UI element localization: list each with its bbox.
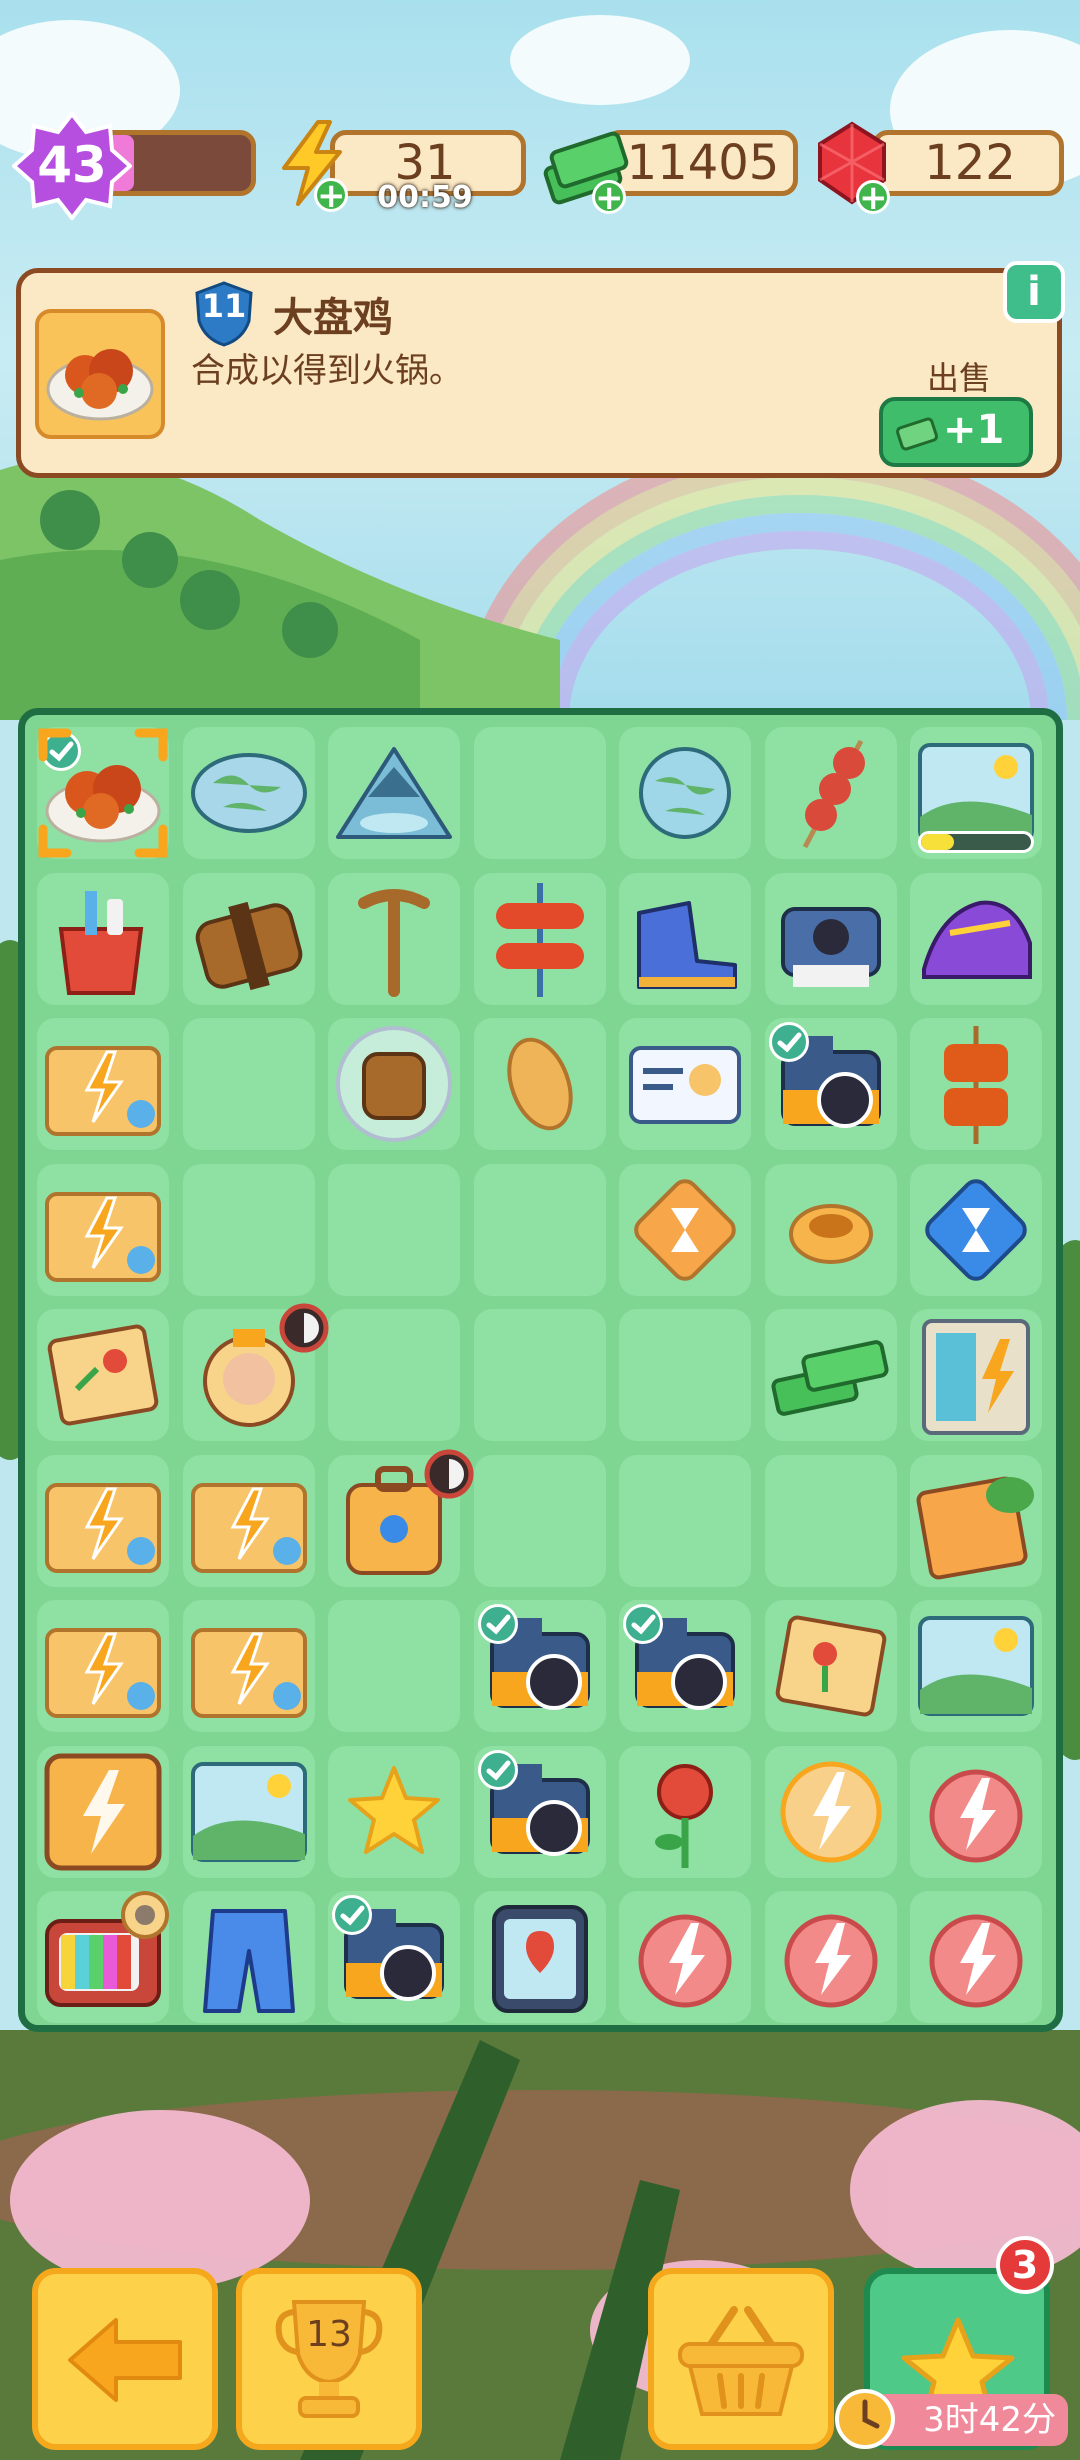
sell-button[interactable]: +1	[879, 397, 1033, 467]
mountain-lake-icon[interactable]	[328, 727, 460, 859]
hourglass-tile-icon[interactable]	[619, 1164, 751, 1296]
board-cell[interactable]	[473, 727, 606, 859]
jeans-icon[interactable]	[183, 1891, 315, 2023]
leather-bag-icon[interactable]	[183, 873, 315, 1005]
energy-box-gold-icon[interactable]	[37, 1746, 169, 1878]
landscape-painting-icon[interactable]	[910, 1600, 1042, 1732]
check-icon	[623, 1604, 663, 1644]
hiking-boots-icon[interactable]	[619, 873, 751, 1005]
energy-chest-icon[interactable]	[183, 1600, 315, 1732]
map-tablet-icon[interactable]	[474, 1891, 606, 2023]
board-cell[interactable]	[328, 1163, 460, 1296]
board-cell[interactable]	[473, 1309, 606, 1441]
world-map-oval-icon[interactable]	[183, 727, 315, 859]
back-button[interactable]	[32, 2268, 218, 2450]
merge-board	[18, 708, 1063, 2032]
basket-icon	[678, 2306, 804, 2416]
player-level: 43	[37, 136, 107, 194]
check-icon	[477, 1604, 518, 1644]
trophy-level: 13	[306, 2314, 352, 2355]
star-badge: 3	[996, 2236, 1054, 2294]
check-icon	[477, 1749, 518, 1790]
board-cell[interactable]	[619, 1454, 751, 1587]
cash-value: 11405	[626, 135, 780, 191]
energy-chest-icon[interactable]	[37, 1600, 169, 1732]
gem-value: 122	[924, 135, 1016, 191]
energy-timer: 00:59	[377, 180, 473, 215]
cooldown-badge-icon	[424, 1449, 474, 1498]
energy-orb-icon[interactable]	[619, 1891, 751, 2023]
cash-small-icon	[896, 417, 938, 451]
id-card-icon[interactable]	[619, 1018, 751, 1150]
item-name: 大盘鸡	[273, 295, 393, 341]
board-cell[interactable]	[619, 1309, 751, 1441]
board-cell[interactable]	[182, 1018, 315, 1150]
info-icon[interactable]: i	[1003, 261, 1065, 323]
meat-skewer-icon[interactable]	[765, 727, 897, 859]
selection-frame	[38, 728, 168, 858]
board-cell[interactable]	[328, 1600, 460, 1732]
item-level: 11	[201, 287, 247, 325]
check-icon	[332, 1895, 372, 1935]
energy-cabinet-icon[interactable]	[910, 1309, 1042, 1441]
board-cell[interactable]	[328, 1309, 460, 1441]
postcard-icon[interactable]	[37, 1309, 169, 1441]
sausage-skewer-icon[interactable]	[474, 873, 606, 1005]
energy-orb-icon[interactable]	[910, 1746, 1042, 1878]
sell-label: 出售	[927, 359, 992, 397]
energy-chest-icon[interactable]	[37, 1164, 169, 1296]
energy-orb-icon[interactable]	[765, 1891, 897, 2023]
item-info-panel: 11 大盘鸡 合成以得到火锅。 出售 +1 i	[16, 261, 1065, 478]
pudding-icon[interactable]	[765, 1164, 897, 1296]
energy-coin-icon[interactable]	[765, 1746, 897, 1878]
instant-camera-icon[interactable]	[765, 873, 897, 1005]
item-progress-track	[918, 831, 1034, 853]
toiletry-cup-icon[interactable]	[37, 873, 169, 1005]
cooldown-badge-icon	[279, 1303, 328, 1353]
basket-button[interactable]	[648, 2268, 834, 2450]
sneaker-icon[interactable]	[910, 873, 1042, 1005]
backpack-bubble-icon[interactable]	[328, 1018, 460, 1150]
rose-postcard-icon[interactable]	[765, 1600, 897, 1732]
hourglass-blue-icon[interactable]	[910, 1164, 1042, 1296]
energy-chest-icon[interactable]	[37, 1018, 169, 1150]
check-icon	[768, 1022, 809, 1062]
clock-icon	[835, 2389, 895, 2449]
board-cell[interactable]	[182, 1163, 315, 1296]
board-cell[interactable]	[473, 1163, 606, 1296]
energy-orb-icon[interactable]	[910, 1891, 1042, 2023]
energy-chest-icon[interactable]	[37, 1455, 169, 1587]
gem-plus-button[interactable]: +	[856, 180, 890, 215]
arrow-left-icon	[68, 2318, 182, 2402]
bbq-skewer-icon[interactable]	[910, 1018, 1042, 1150]
walking-cane-icon[interactable]	[328, 873, 460, 1005]
cash-stack-icon[interactable]	[765, 1309, 897, 1441]
board-cell[interactable]	[764, 1454, 897, 1587]
globe-icon[interactable]	[619, 727, 751, 859]
trophy-button[interactable]: 13	[236, 2268, 422, 2450]
sell-value: +1	[943, 407, 1005, 453]
chicken-dish-icon	[46, 349, 154, 421]
item-progress-fill	[921, 834, 954, 850]
landscape-painting-icon[interactable]	[183, 1746, 315, 1878]
item-preview-frame	[35, 309, 165, 439]
folder-notes-icon[interactable]	[910, 1455, 1042, 1587]
item-description: 合成以得到火锅。	[191, 351, 463, 391]
board-cell[interactable]	[473, 1454, 606, 1587]
timer-badge-icon	[121, 1891, 169, 1939]
red-rose-icon[interactable]	[619, 1746, 751, 1878]
energy-plus-button[interactable]: +	[314, 178, 348, 213]
energy-chest-icon[interactable]	[183, 1455, 315, 1587]
star-coin-icon[interactable]	[328, 1746, 460, 1878]
star-timer: 3时42分	[872, 2394, 1068, 2446]
bread-loaf-icon[interactable]	[474, 1018, 606, 1150]
